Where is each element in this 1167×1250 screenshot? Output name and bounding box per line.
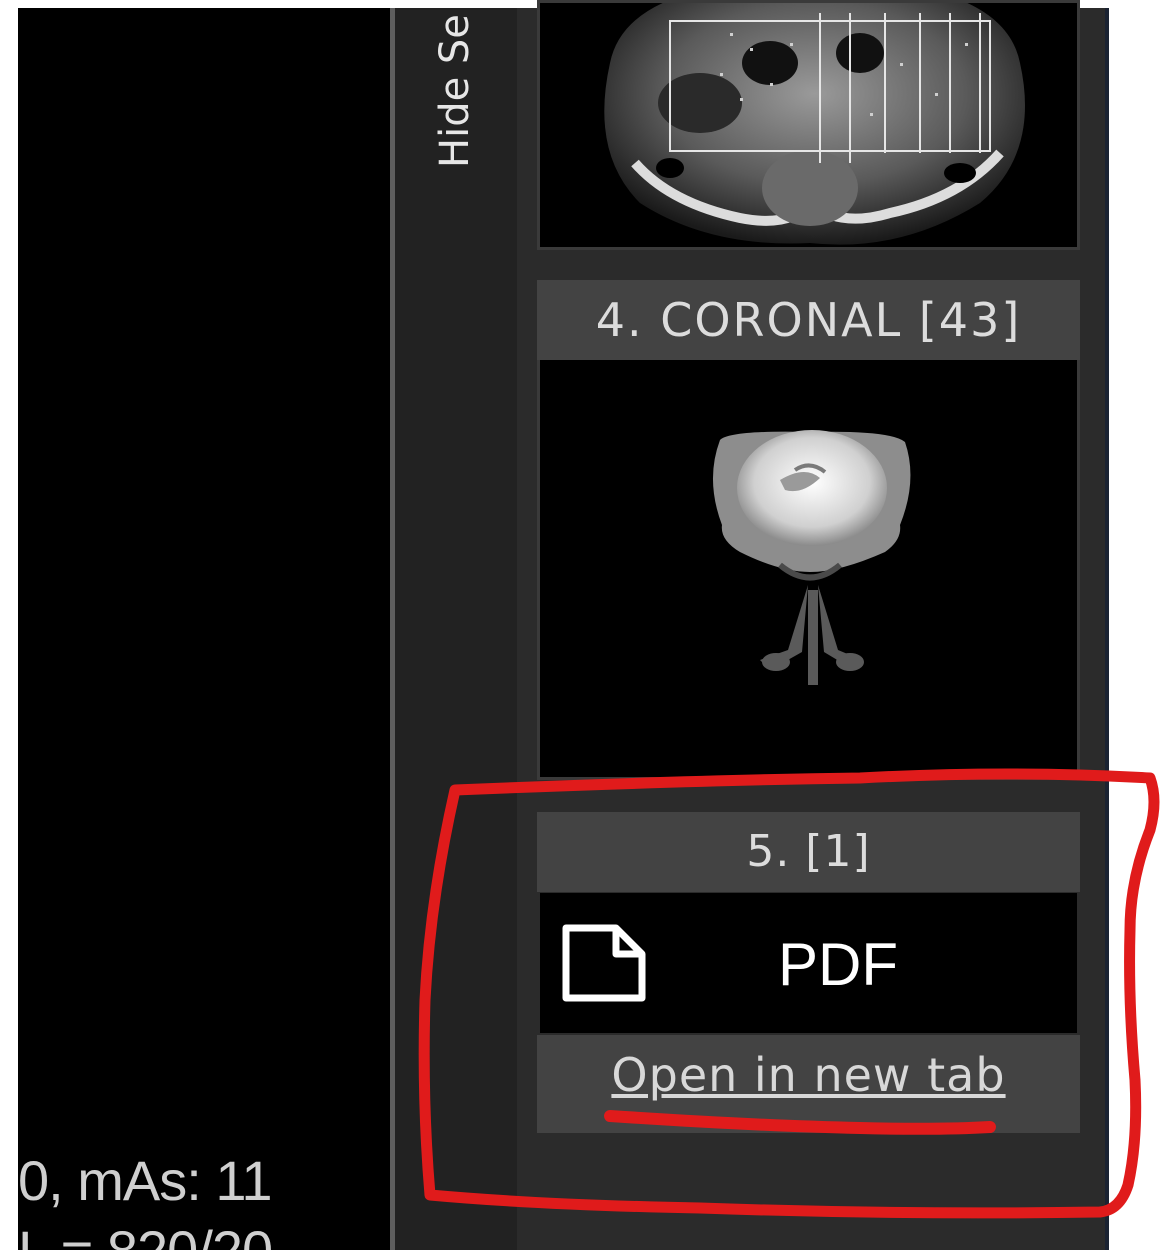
series-header-coronal[interactable]: 4. CORONAL [43] bbox=[537, 280, 1080, 360]
open-in-new-tab-link[interactable]: Open in new tab bbox=[537, 1048, 1080, 1102]
series-thumbnail-coronal[interactable] bbox=[537, 360, 1080, 780]
series-thumbnail-axial[interactable] bbox=[537, 0, 1080, 250]
series-header-pdf[interactable]: 5. [1] bbox=[537, 812, 1080, 892]
hide-series-toggle[interactable] bbox=[395, 8, 517, 1250]
file-icon bbox=[558, 922, 650, 1008]
image-viewport[interactable]: 0, mAs: 11 L = 820/20 bbox=[18, 8, 390, 1250]
pdf-label: PDF bbox=[778, 931, 898, 998]
ct-coronal-image bbox=[712, 430, 911, 685]
hide-series-label: Hide Se bbox=[432, 14, 478, 168]
ct-axial-image bbox=[604, 3, 1025, 245]
panel-edge bbox=[1105, 8, 1109, 1250]
dicom-overlay-text: 0, mAs: 11 bbox=[18, 1149, 273, 1212]
dicom-overlay-text-2: L = 820/20 bbox=[18, 1218, 273, 1250]
